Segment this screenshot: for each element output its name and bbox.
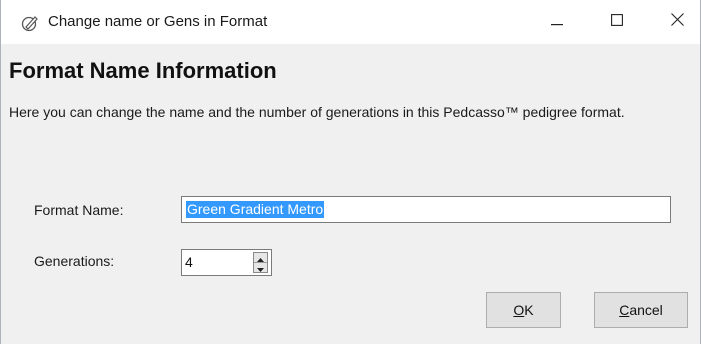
minimize-button[interactable]: [534, 0, 580, 44]
title-bar[interactable]: Change name or Gens in Format: [1, 0, 700, 44]
ok-button-label: OK: [513, 302, 534, 318]
page-title: Format Name Information: [9, 58, 277, 83]
maximize-button[interactable]: [594, 0, 640, 44]
cancel-button[interactable]: Cancel: [594, 292, 688, 328]
page-description: Here you can change the name and the num…: [9, 104, 625, 120]
format-name-input[interactable]: Green Gradient Metro: [181, 196, 671, 223]
format-name-label: Format Name:: [34, 202, 124, 218]
stepper-buttons: [253, 252, 268, 273]
dialog-window: Change name or Gens in Format Format Nam…: [0, 0, 701, 344]
maximize-icon: [611, 13, 623, 31]
window-title: Change name or Gens in Format: [48, 13, 268, 30]
app-icon: [21, 14, 39, 32]
caret-down-icon: [257, 259, 264, 277]
close-button[interactable]: [654, 0, 700, 44]
format-name-value: Green Gradient Metro: [186, 201, 325, 218]
generations-value: 4: [185, 254, 193, 270]
close-icon: [670, 13, 684, 31]
ok-button[interactable]: OK: [486, 292, 561, 328]
minimize-icon: [551, 13, 563, 31]
generations-stepper[interactable]: 4: [181, 249, 272, 276]
generations-label: Generations:: [34, 253, 115, 269]
cancel-button-label: Cancel: [619, 302, 663, 318]
stepper-down-button[interactable]: [254, 263, 267, 272]
